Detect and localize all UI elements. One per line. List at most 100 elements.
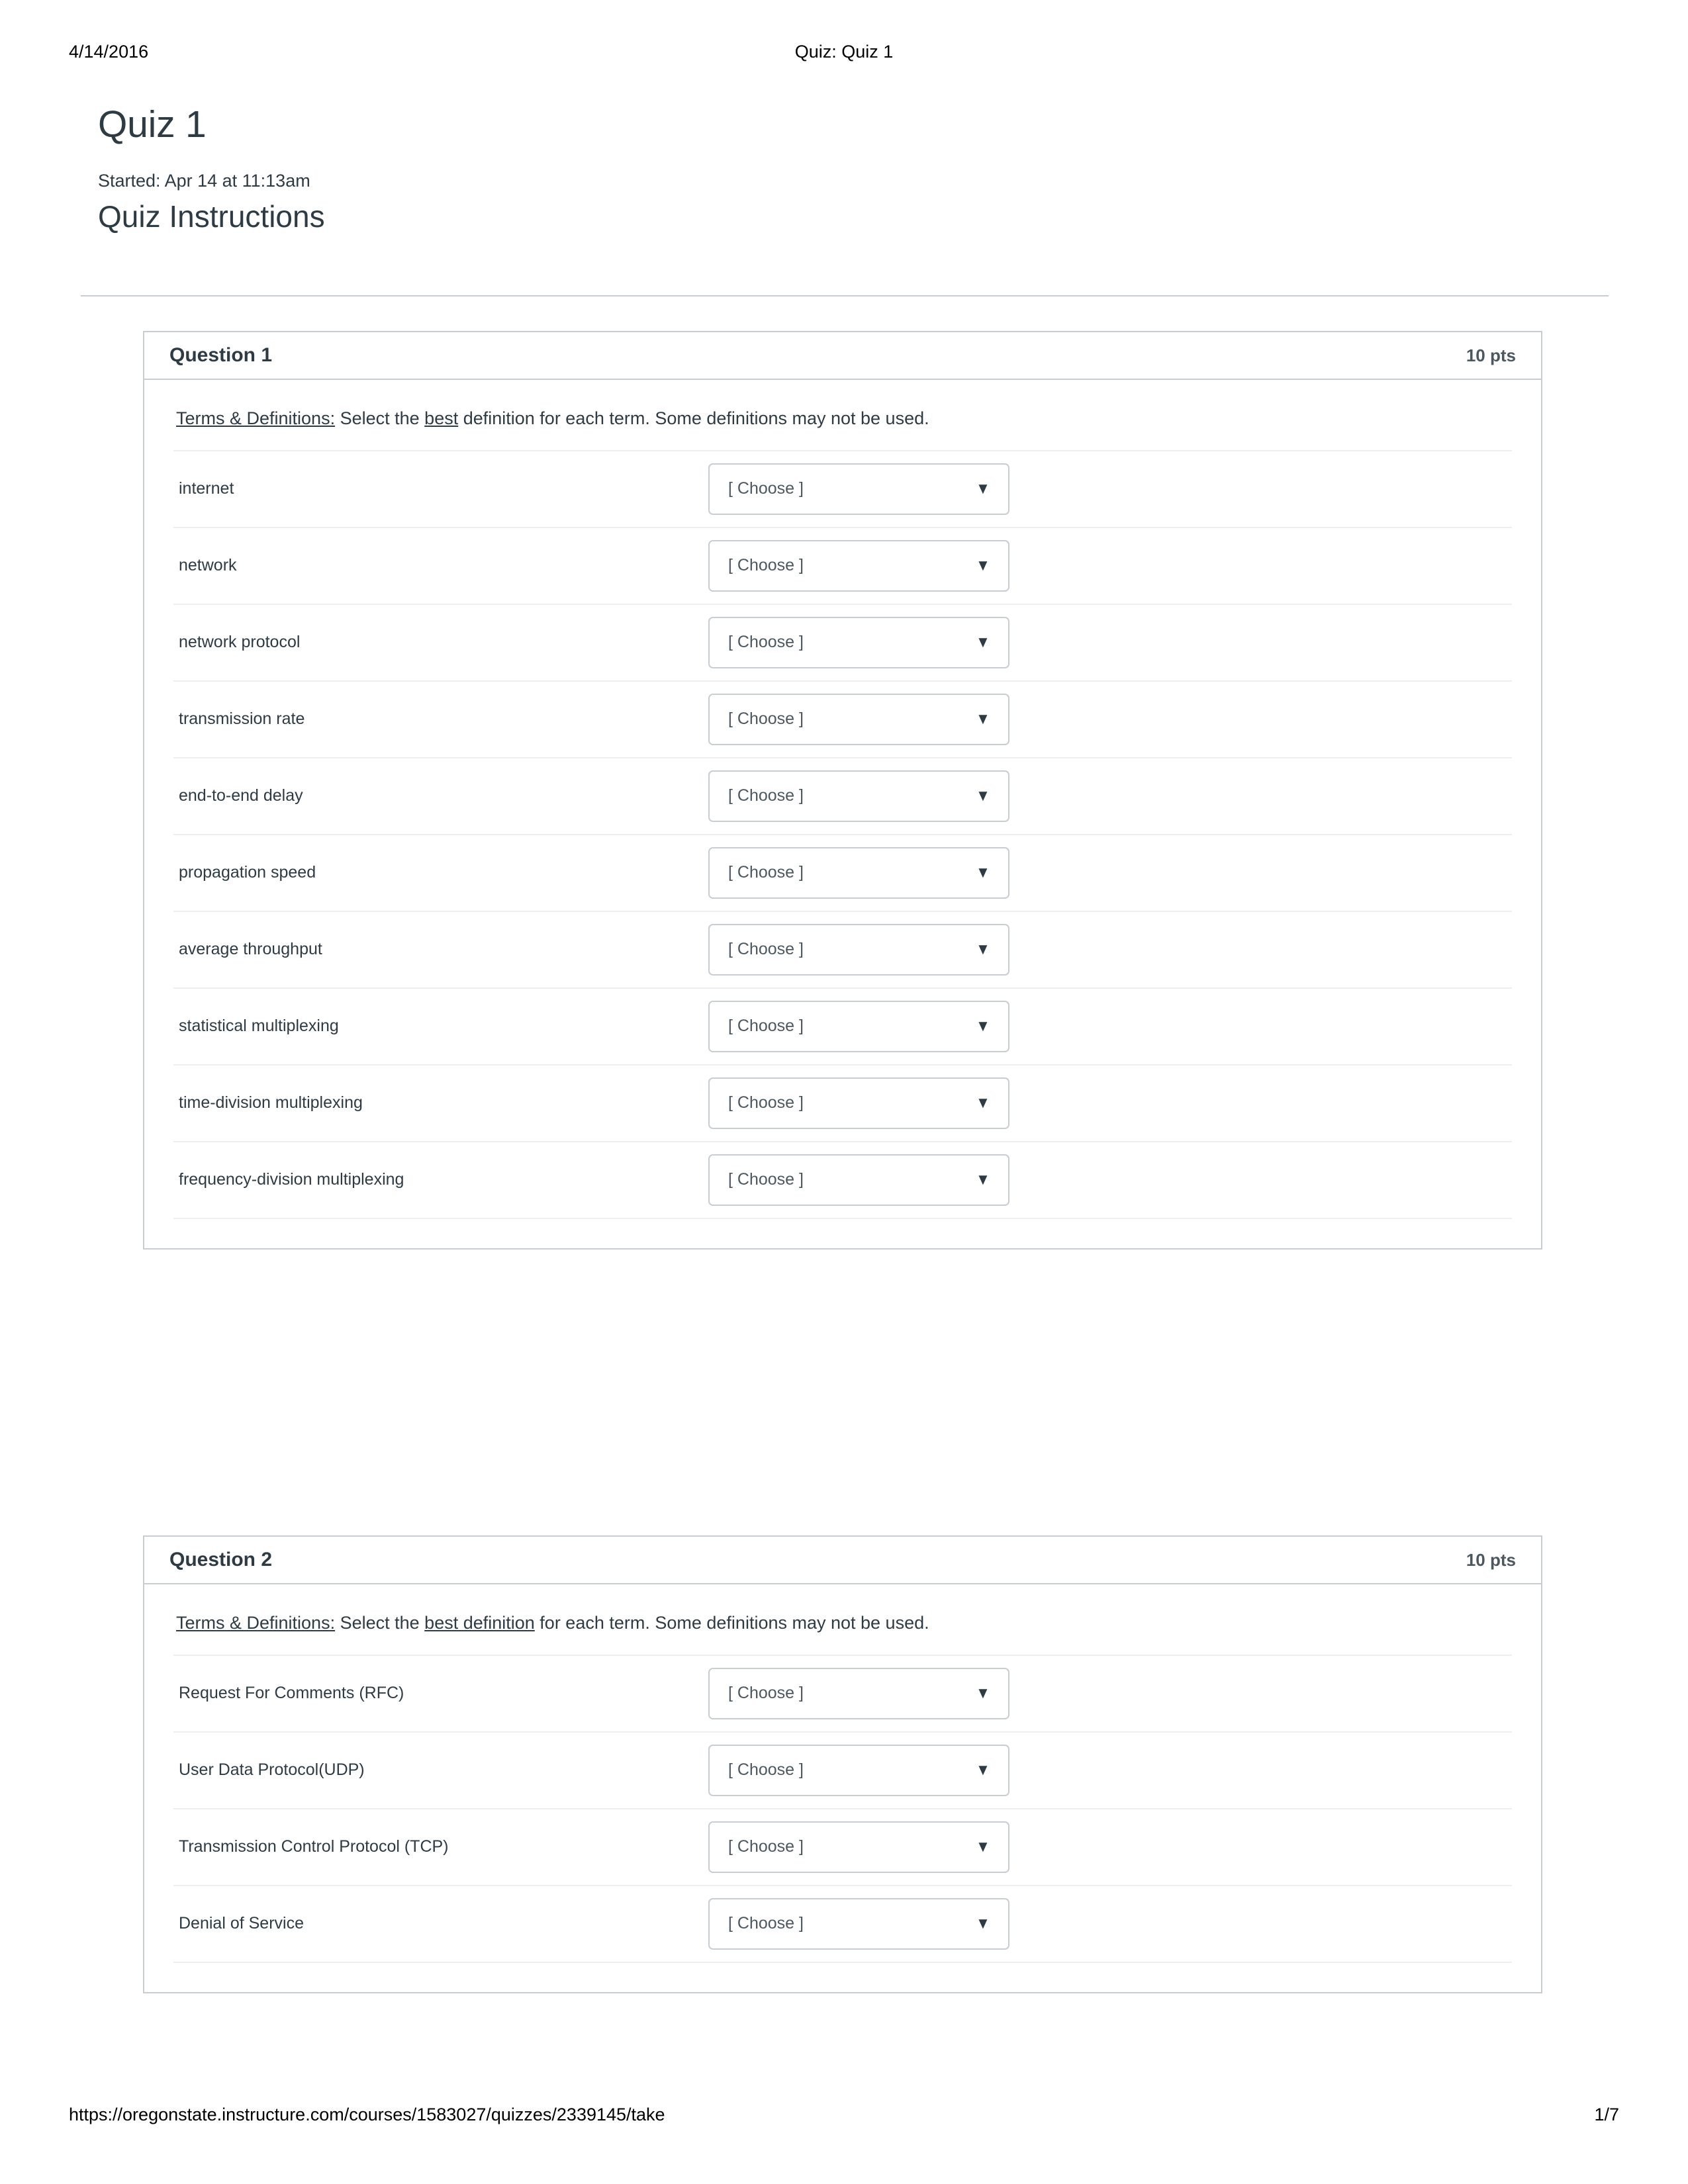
matching-row: User Data Protocol(UDP) [ Choose ] ▼ xyxy=(173,1731,1512,1809)
matching-term-label: network xyxy=(179,556,237,575)
chevron-down-icon: ▼ xyxy=(976,1684,991,1702)
matching-answer-select[interactable]: [ Choose ] ▼ xyxy=(708,1154,1009,1206)
matching-answer-select[interactable]: [ Choose ] ▼ xyxy=(708,1077,1009,1129)
matching-term-label: average throughput xyxy=(179,940,322,959)
quiz-instructions-heading: Quiz Instructions xyxy=(98,199,325,234)
matching-answer-cell: [ Choose ] ▼ xyxy=(708,1886,1512,1962)
prompt-part2-2: for each term. Some definitions may not … xyxy=(534,1613,929,1633)
chevron-down-icon: ▼ xyxy=(976,863,991,882)
matching-answer-select[interactable]: [ Choose ] ▼ xyxy=(708,1667,1009,1719)
matching-term-label: Denial of Service xyxy=(179,1914,304,1933)
matching-answer-cell: [ Choose ] ▼ xyxy=(708,451,1512,527)
matching-term-label: end-to-end delay xyxy=(179,786,303,805)
matching-answer-select[interactable]: [ Choose ] ▼ xyxy=(708,1821,1009,1873)
matching-answer-cell: [ Choose ] ▼ xyxy=(708,988,1512,1065)
matching-answer-cell: [ Choose ] ▼ xyxy=(708,1065,1512,1142)
select-selected-value: [ Choose ] xyxy=(728,786,804,805)
matching-answer-cell: [ Choose ] ▼ xyxy=(708,1655,1512,1732)
select-selected-value: [ Choose ] xyxy=(728,709,804,729)
matching-term-label: internet xyxy=(179,479,234,498)
matching-row: statistical multiplexing [ Choose ] ▼ xyxy=(173,987,1512,1065)
question-prompt-2: Terms & Definitions: Select the best def… xyxy=(176,1611,1512,1636)
print-footer-url: https://oregonstate.instructure.com/cour… xyxy=(69,2105,665,2124)
matching-answer-select[interactable]: [ Choose ] ▼ xyxy=(708,923,1009,976)
chevron-down-icon: ▼ xyxy=(976,709,991,728)
question-header-2: Question 2 10 pts xyxy=(144,1537,1541,1584)
matching-answer-select[interactable]: [ Choose ] ▼ xyxy=(708,693,1009,745)
question-header-1: Question 1 10 pts xyxy=(144,332,1541,380)
matching-answer-cell: [ Choose ] ▼ xyxy=(708,604,1512,681)
question-label-2: Question 2 xyxy=(169,1549,273,1570)
chevron-down-icon: ▼ xyxy=(976,633,991,651)
matching-row: average throughput [ Choose ] ▼ xyxy=(173,911,1512,988)
prompt-label-1: Terms & Definitions: xyxy=(176,408,336,428)
select-selected-value: [ Choose ] xyxy=(728,1837,804,1856)
prompt-part1-1: Select the xyxy=(335,408,425,428)
matching-term-label: User Data Protocol(UDP) xyxy=(179,1760,365,1780)
question-body-2: Terms & Definitions: Select the best def… xyxy=(144,1584,1541,1992)
matching-answer-cell: [ Choose ] ▼ xyxy=(708,1142,1512,1218)
print-page-title: Quiz: Quiz 1 xyxy=(794,41,894,62)
matching-answer-select[interactable]: [ Choose ] ▼ xyxy=(708,616,1009,668)
matching-term-label: network protocol xyxy=(179,633,301,652)
matching-answer-select[interactable]: [ Choose ] ▼ xyxy=(708,1744,1009,1796)
matching-answer-select[interactable]: [ Choose ] ▼ xyxy=(708,1897,1009,1950)
matching-row: network [ Choose ] ▼ xyxy=(173,527,1512,604)
page-title: Quiz 1 xyxy=(98,103,207,146)
select-selected-value: [ Choose ] xyxy=(728,940,804,959)
matching-answer-select[interactable]: [ Choose ] ▼ xyxy=(708,1000,1009,1052)
prompt-emphasis-2: best definition xyxy=(424,1613,535,1633)
chevron-down-icon: ▼ xyxy=(976,1017,991,1035)
question-points-2: 10 pts xyxy=(1466,1549,1516,1570)
matching-term-label: Request For Comments (RFC) xyxy=(179,1684,404,1703)
chevron-down-icon: ▼ xyxy=(976,1760,991,1779)
matching-row: Transmission Control Protocol (TCP) [ Cho… xyxy=(173,1808,1512,1886)
select-selected-value: [ Choose ] xyxy=(728,633,804,652)
print-footer-page-number: 1/7 xyxy=(1594,2105,1619,2124)
select-selected-value: [ Choose ] xyxy=(728,556,804,575)
matching-answer-cell: [ Choose ] ▼ xyxy=(708,681,1512,758)
chevron-down-icon: ▼ xyxy=(976,1093,991,1112)
matching-answer-cell: [ Choose ] ▼ xyxy=(708,1809,1512,1886)
matching-answer-select[interactable]: [ Choose ] ▼ xyxy=(708,539,1009,592)
matching-term-label: Transmission Control Protocol (TCP) xyxy=(179,1837,449,1856)
select-selected-value: [ Choose ] xyxy=(728,1760,804,1780)
chevron-down-icon: ▼ xyxy=(976,1837,991,1856)
print-header: 4/14/2016 Quiz: Quiz 1 xyxy=(0,38,1688,65)
matching-answer-select[interactable]: [ Choose ] ▼ xyxy=(708,463,1009,515)
matching-term-label: time-division multiplexing xyxy=(179,1093,363,1113)
matching-answer-select[interactable]: [ Choose ] ▼ xyxy=(708,846,1009,899)
matching-term-label: frequency-division multiplexing xyxy=(179,1170,404,1189)
matching-row: end-to-end delay [ Choose ] ▼ xyxy=(173,757,1512,835)
chevron-down-icon: ▼ xyxy=(976,786,991,805)
matching-row: propagation speed [ Choose ] ▼ xyxy=(173,834,1512,911)
matching-row: Request For Comments (RFC) [ Choose ] ▼ xyxy=(173,1655,1512,1732)
matching-row: network protocol [ Choose ] ▼ xyxy=(173,604,1512,681)
matching-answer-cell: [ Choose ] ▼ xyxy=(708,835,1512,911)
matching-row: Denial of Service [ Choose ] ▼ xyxy=(173,1885,1512,1962)
matching-answer-cell: [ Choose ] ▼ xyxy=(708,1732,1512,1809)
select-selected-value: [ Choose ] xyxy=(728,479,804,498)
matching-answer-select[interactable]: [ Choose ] ▼ xyxy=(708,770,1009,822)
select-selected-value: [ Choose ] xyxy=(728,1017,804,1036)
question-card-1: Question 1 10 pts Terms & Definitions: S… xyxy=(143,331,1542,1250)
chevron-down-icon: ▼ xyxy=(976,1914,991,1933)
select-selected-value: [ Choose ] xyxy=(728,863,804,882)
question-points-1: 10 pts xyxy=(1466,345,1516,365)
select-selected-value: [ Choose ] xyxy=(728,1093,804,1113)
matching-table-2: Request For Comments (RFC)[ Choose ] ▼ Use… xyxy=(173,1655,1512,1963)
prompt-label-2: Terms & Definitions: xyxy=(176,1613,336,1633)
matching-row: time-division multiplexing [ Choose ] ▼ xyxy=(173,1064,1512,1142)
select-selected-value: [ Choose ] xyxy=(728,1684,804,1703)
matching-answer-cell: [ Choose ] ▼ xyxy=(708,758,1512,835)
chevron-down-icon: ▼ xyxy=(976,1170,991,1189)
prompt-part2-1: definition for each term. Some definitio… xyxy=(458,408,929,428)
matching-answer-cell: [ Choose ] ▼ xyxy=(708,911,1512,988)
section-divider xyxy=(81,295,1609,296)
prompt-emphasis-1: best xyxy=(424,408,459,428)
chevron-down-icon: ▼ xyxy=(976,479,991,498)
question-prompt-1: Terms & Definitions: Select the best def… xyxy=(176,406,1512,432)
matching-answer-cell: [ Choose ] ▼ xyxy=(708,527,1512,604)
chevron-down-icon: ▼ xyxy=(976,940,991,958)
quiz-started-timestamp: Started: Apr 14 at 11:13am xyxy=(98,171,310,191)
